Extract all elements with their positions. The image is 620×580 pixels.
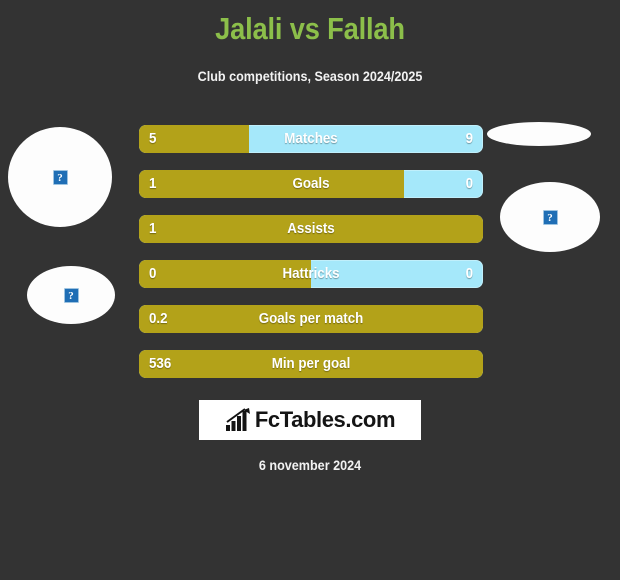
stat-bar-row: 536 Min per goal (139, 350, 483, 378)
home-club-logo: ? (27, 266, 115, 324)
stat-bar-away-value: 0 (465, 266, 473, 282)
fctables-logo-text: FcTables.com (254, 407, 396, 432)
stat-bar-label: Goals per match (258, 311, 364, 327)
report-date: 6 november 2024 (258, 457, 362, 473)
broken-image-icon: ? (542, 209, 558, 225)
stat-bar-row: 1 Goals 0 (139, 170, 483, 198)
stat-bar-label: Assists (287, 221, 335, 237)
fctables-logo[interactable]: FcTables.com (199, 400, 421, 440)
broken-image-icon: ? (63, 287, 79, 303)
bar-chart-icon (225, 408, 250, 431)
stat-bar-label: Min per goal (271, 356, 351, 372)
home-player-photo: ? (8, 127, 112, 227)
stat-bar-label: Goals (292, 176, 330, 192)
stat-bar-away-value: 0 (465, 176, 473, 192)
stat-bar-away-value: 9 (465, 131, 473, 147)
stat-bar-row: 5 Matches 9 (139, 125, 483, 153)
stat-bar-row: 0.2 Goals per match (139, 305, 483, 333)
stat-bar-row: 1 Assists (139, 215, 483, 243)
away-player-photo: ? (500, 182, 600, 252)
page-subtitle: Club competitions, Season 2024/2025 (197, 68, 423, 84)
stat-bar-label: Matches (284, 131, 338, 147)
broken-image-icon: ? (52, 169, 68, 185)
stat-bar-row: 0 Hattricks 0 (139, 260, 483, 288)
stat-bar-label: Hattricks (282, 266, 340, 282)
away-club-logo (487, 122, 591, 146)
page-title: Jalali vs Fallah (215, 11, 405, 46)
stat-comparison-chart: 5 Matches 9 1 Goals 0 1 Assists 0 Hattricks 0 0.2 Go… (139, 125, 483, 395)
